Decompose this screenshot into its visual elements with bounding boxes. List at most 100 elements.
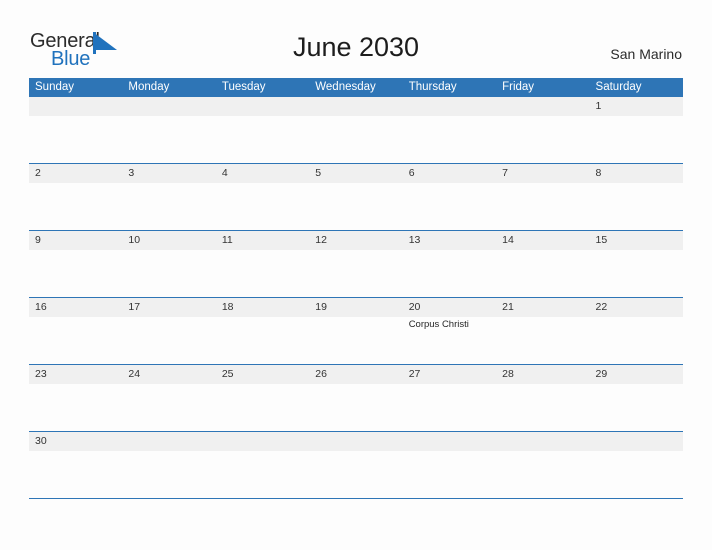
day-number-empty: [122, 432, 215, 451]
day-cell[interactable]: [590, 250, 683, 296]
day-number-empty: [403, 97, 496, 116]
day-cell[interactable]: [29, 183, 122, 229]
calendar-week-row: 2345678: [29, 164, 683, 231]
day-cell[interactable]: [29, 317, 122, 363]
day-number-band: 23 24 25 26 27 28 29: [29, 365, 683, 384]
day-number-empty: [29, 97, 122, 116]
day-number-empty: [309, 432, 402, 451]
day-number[interactable]: 18: [216, 298, 309, 317]
weekday-header-wednesday: Wednesday: [315, 81, 376, 93]
event-label: Corpus Christi: [408, 319, 469, 330]
day-cell: [309, 116, 402, 162]
day-cell: [590, 451, 683, 497]
day-events-band: Corpus Christi: [29, 317, 683, 363]
day-number[interactable]: 29: [590, 365, 683, 384]
page-header: General Blue June 2030 San Marino: [0, 0, 712, 78]
day-number[interactable]: 2: [29, 164, 122, 183]
day-cell[interactable]: [216, 183, 309, 229]
day-number[interactable]: 1: [590, 97, 683, 116]
day-cell[interactable]: [309, 317, 402, 363]
day-cell: [216, 116, 309, 162]
day-cell[interactable]: [122, 183, 215, 229]
day-number[interactable]: 28: [496, 365, 589, 384]
calendar-grid: Sunday Monday Tuesday Wednesday Thursday…: [29, 78, 683, 499]
day-number[interactable]: 16: [29, 298, 122, 317]
day-number[interactable]: 20: [403, 298, 496, 317]
day-number[interactable]: 3: [122, 164, 215, 183]
day-number[interactable]: 15: [590, 231, 683, 250]
day-number[interactable]: 27: [403, 365, 496, 384]
day-number-empty: [403, 432, 496, 451]
day-events-band: [29, 384, 683, 430]
weekday-header-saturday: Saturday: [595, 81, 642, 93]
calendar-week-row: 9 10 11 12 13 14 15: [29, 231, 683, 298]
day-cell[interactable]: [496, 384, 589, 430]
day-cell[interactable]: Corpus Christi: [403, 317, 496, 363]
day-number-band: 2345678: [29, 164, 683, 183]
day-number[interactable]: 13: [403, 231, 496, 250]
day-number[interactable]: 7: [496, 164, 589, 183]
weekday-header-row: Sunday Monday Tuesday Wednesday Thursday…: [29, 78, 683, 97]
weekday-header-thursday: Thursday: [408, 81, 457, 93]
day-cell[interactable]: [403, 384, 496, 430]
day-cell: [122, 451, 215, 497]
day-number[interactable]: 21: [496, 298, 589, 317]
day-number[interactable]: 17: [122, 298, 215, 317]
day-number[interactable]: 19: [309, 298, 402, 317]
weekday-header-tuesday: Tuesday: [221, 81, 266, 93]
day-number-band: 30: [29, 432, 683, 451]
weekday-header-friday: Friday: [502, 81, 535, 93]
day-number[interactable]: 6: [403, 164, 496, 183]
weekday-header-monday: Monday: [128, 81, 170, 93]
day-cell[interactable]: [29, 250, 122, 296]
day-cell[interactable]: [590, 384, 683, 430]
day-cell[interactable]: [403, 183, 496, 229]
day-number-empty: [496, 432, 589, 451]
day-number[interactable]: 22: [590, 298, 683, 317]
page-title: June 2030: [292, 32, 420, 62]
day-number[interactable]: 30: [29, 432, 122, 451]
day-cell: [216, 451, 309, 497]
day-cell[interactable]: [309, 384, 402, 430]
day-number[interactable]: 25: [216, 365, 309, 384]
day-cell[interactable]: [216, 250, 309, 296]
day-cell[interactable]: [590, 183, 683, 229]
day-number[interactable]: 4: [216, 164, 309, 183]
calendar-week-row: 1: [29, 97, 683, 164]
day-cell[interactable]: [29, 451, 122, 497]
day-cell: [496, 116, 589, 162]
day-cell[interactable]: [496, 183, 589, 229]
day-cell: [122, 116, 215, 162]
day-cell[interactable]: [590, 317, 683, 363]
day-cell[interactable]: [216, 384, 309, 430]
day-number[interactable]: 23: [29, 365, 122, 384]
day-cell[interactable]: [496, 250, 589, 296]
calendar-page: General Blue June 2030 San Marino Sunday…: [0, 0, 712, 550]
day-cell[interactable]: [496, 317, 589, 363]
day-number[interactable]: 8: [590, 164, 683, 183]
day-cell: [29, 116, 122, 162]
day-number-empty: [216, 97, 309, 116]
day-cell[interactable]: [29, 384, 122, 430]
day-cell[interactable]: [590, 116, 683, 162]
day-cell[interactable]: [309, 183, 402, 229]
day-number[interactable]: 5: [309, 164, 402, 183]
day-cell[interactable]: [216, 317, 309, 363]
day-cell[interactable]: [122, 384, 215, 430]
day-number[interactable]: 12: [309, 231, 402, 250]
day-number[interactable]: 9: [29, 231, 122, 250]
calendar-week-row: 30: [29, 432, 683, 499]
day-cell: [309, 451, 402, 497]
day-number-band: 9 10 11 12 13 14 15: [29, 231, 683, 250]
day-number[interactable]: 26: [309, 365, 402, 384]
day-number[interactable]: 11: [216, 231, 309, 250]
day-cell[interactable]: [122, 250, 215, 296]
day-number-empty: [496, 97, 589, 116]
day-cell[interactable]: [309, 250, 402, 296]
day-cell[interactable]: [122, 317, 215, 363]
day-number[interactable]: 10: [122, 231, 215, 250]
day-events-band: [29, 116, 683, 162]
day-cell[interactable]: [403, 250, 496, 296]
day-number[interactable]: 14: [496, 231, 589, 250]
day-number[interactable]: 24: [122, 365, 215, 384]
